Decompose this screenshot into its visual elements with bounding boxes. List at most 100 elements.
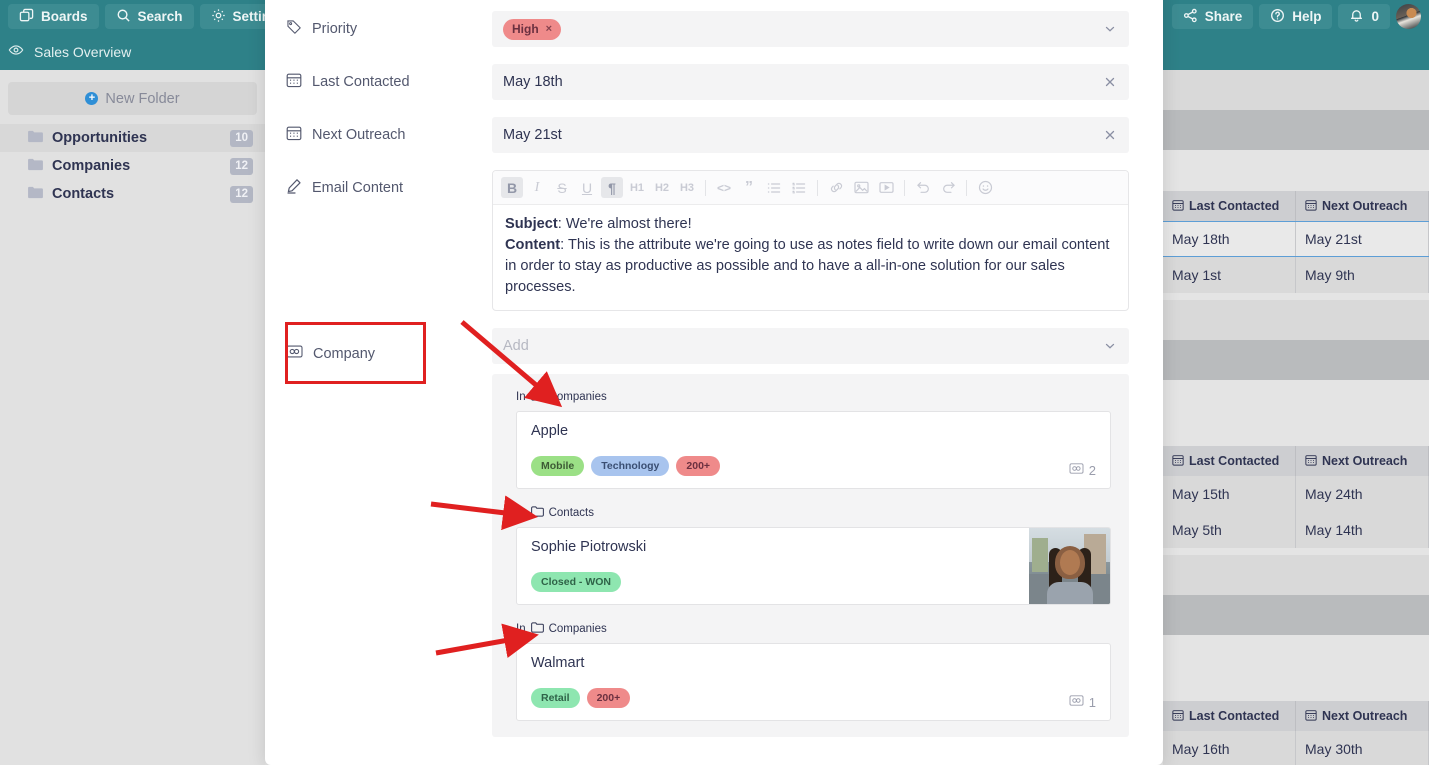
code-icon[interactable]: <> [713, 177, 735, 198]
linked-record-card-walmart[interactable]: Walmart Retail 200+ 1 [516, 643, 1111, 721]
column-header-next-outreach[interactable]: Next Outreach [1296, 701, 1429, 731]
sidebar-item-contacts[interactable]: Contacts 12 [0, 180, 265, 208]
calendar-icon [1305, 709, 1317, 724]
tag[interactable]: Retail [531, 688, 580, 708]
tag[interactable]: Closed - WON [531, 572, 621, 592]
column-header-last-contacted[interactable]: Last Contacted [1163, 701, 1296, 731]
close-icon[interactable]: × [546, 23, 552, 35]
field-label-priority: Priority [286, 11, 492, 39]
chevron-down-icon[interactable] [1103, 22, 1117, 36]
link-icon [1069, 462, 1084, 478]
field-control-next-outreach[interactable]: May 21st [492, 117, 1129, 153]
field-control-email-content[interactable]: B I S U ¶ H1 H2 H3 <> ” Subject: We're a… [492, 170, 1129, 311]
redo-icon[interactable] [937, 177, 959, 198]
priority-select[interactable]: High × [492, 11, 1129, 47]
tag[interactable]: Mobile [531, 456, 585, 476]
heading-3-icon[interactable]: H3 [676, 177, 698, 198]
table-row[interactable]: May 5th May 14th [1163, 512, 1429, 548]
field-label-text: Priority [312, 21, 358, 37]
app-root: Boards Search Settings Share Help 0 Sale… [0, 0, 1429, 765]
column-header-label: Last Contacted [1189, 709, 1280, 723]
field-control-last-contacted[interactable]: May 18th [492, 64, 1129, 100]
next-outreach-input[interactable]: May 21st [492, 117, 1129, 153]
close-icon[interactable] [1103, 128, 1117, 142]
linked-record-card-apple[interactable]: Apple Mobile Technology 200+ 2 [516, 411, 1111, 489]
share-button[interactable]: Share [1171, 4, 1254, 29]
column-header-label: Last Contacted [1189, 454, 1280, 468]
calendar-icon [1305, 199, 1317, 214]
eye-icon[interactable] [8, 42, 24, 61]
heading-2-icon[interactable]: H2 [651, 177, 673, 198]
linked-record-folder-label: In Companies [516, 390, 1111, 404]
sidebar-item-label: Companies [52, 158, 131, 174]
sidebar-item-companies[interactable]: Companies 12 [0, 152, 265, 180]
tag[interactable]: Technology [591, 456, 670, 476]
calendar-icon [1172, 454, 1184, 469]
field-next-outreach: Next Outreach May 21st [286, 117, 1129, 153]
help-button[interactable]: Help [1259, 4, 1333, 29]
boards-button[interactable]: Boards [8, 4, 99, 29]
priority-chip[interactable]: High × [503, 18, 562, 40]
record-detail-modal: Priority High × Last Contacted May 18th … [265, 0, 1163, 765]
heading-1-icon[interactable]: H1 [626, 177, 648, 198]
strikethrough-icon[interactable]: S [551, 177, 573, 198]
undo-icon[interactable] [912, 177, 934, 198]
toolbar-divider [966, 179, 967, 196]
field-control-priority[interactable]: High × [492, 11, 1129, 47]
search-icon [116, 8, 131, 26]
table-header-row: Last Contacted Next Outreach [1163, 701, 1429, 731]
quote-icon[interactable]: ” [738, 177, 760, 198]
ordered-list-icon[interactable] [788, 177, 810, 198]
linked-record-card-sophie-piotrowski[interactable]: Sophie Piotrowski Closed - WON [516, 527, 1111, 605]
sidebar-item-count: 10 [230, 129, 253, 147]
search-label: Search [137, 9, 183, 24]
cell-next-outreach: May 30th [1296, 731, 1429, 765]
tag[interactable]: 200+ [586, 688, 631, 708]
underline-icon[interactable]: U [576, 177, 598, 198]
field-priority: Priority High × [286, 11, 1129, 47]
avatar[interactable] [1396, 4, 1421, 29]
content-text: : This is the attribute we're going to u… [505, 237, 1110, 295]
field-label-text: Email Content [312, 180, 404, 196]
table-row[interactable]: May 16th May 30th [1163, 731, 1429, 765]
new-folder-button[interactable]: + New Folder [8, 82, 257, 115]
card-title: Apple [531, 423, 569, 439]
rich-text-editor[interactable]: B I S U ¶ H1 H2 H3 <> ” Subject: We're a… [492, 170, 1129, 311]
column-header-last-contacted[interactable]: Last Contacted [1163, 191, 1296, 221]
table-row[interactable]: May 1st May 9th [1163, 257, 1429, 293]
column-header-next-outreach[interactable]: Next Outreach [1296, 191, 1429, 221]
notifications-button[interactable]: 0 [1338, 4, 1390, 29]
folder-icon [28, 130, 43, 147]
link-icon [286, 344, 303, 363]
column-header-label: Last Contacted [1189, 199, 1280, 213]
column-header-last-contacted[interactable]: Last Contacted [1163, 446, 1296, 476]
calendar-icon [1172, 709, 1184, 724]
close-icon[interactable] [1103, 75, 1117, 89]
company-add-input[interactable]: Add [492, 328, 1129, 364]
column-header-next-outreach[interactable]: Next Outreach [1296, 446, 1429, 476]
column-header-label: Next Outreach [1322, 709, 1408, 723]
card-tags: Retail 200+ [531, 688, 631, 708]
image-icon[interactable] [850, 177, 872, 198]
boards-icon [19, 8, 34, 26]
chevron-down-icon[interactable] [1103, 339, 1117, 353]
field-control-company[interactable]: Add In Companies Apple Mobile Technology… [492, 328, 1129, 737]
paragraph-icon[interactable]: ¶ [601, 177, 623, 198]
column-header-label: Next Outreach [1322, 199, 1408, 213]
sidebar-item-opportunities[interactable]: Opportunities 10 [0, 124, 265, 152]
video-icon[interactable] [875, 177, 897, 198]
tag[interactable]: 200+ [676, 456, 721, 476]
italic-icon[interactable]: I [526, 177, 548, 198]
link-icon[interactable] [825, 177, 847, 198]
bold-icon[interactable]: B [501, 177, 523, 198]
board-title: Sales Overview [34, 43, 132, 60]
link-icon [1069, 694, 1084, 710]
card-link-count: 2 [1069, 462, 1096, 478]
table-row[interactable]: May 18th May 21st [1163, 221, 1429, 257]
emoji-icon[interactable] [974, 177, 996, 198]
last-contacted-input[interactable]: May 18th [492, 64, 1129, 100]
bullet-list-icon[interactable] [763, 177, 785, 198]
editor-content[interactable]: Subject: We're almost there! Content: Th… [493, 205, 1128, 310]
search-button[interactable]: Search [104, 4, 194, 29]
table-row[interactable]: May 15th May 24th [1163, 476, 1429, 512]
